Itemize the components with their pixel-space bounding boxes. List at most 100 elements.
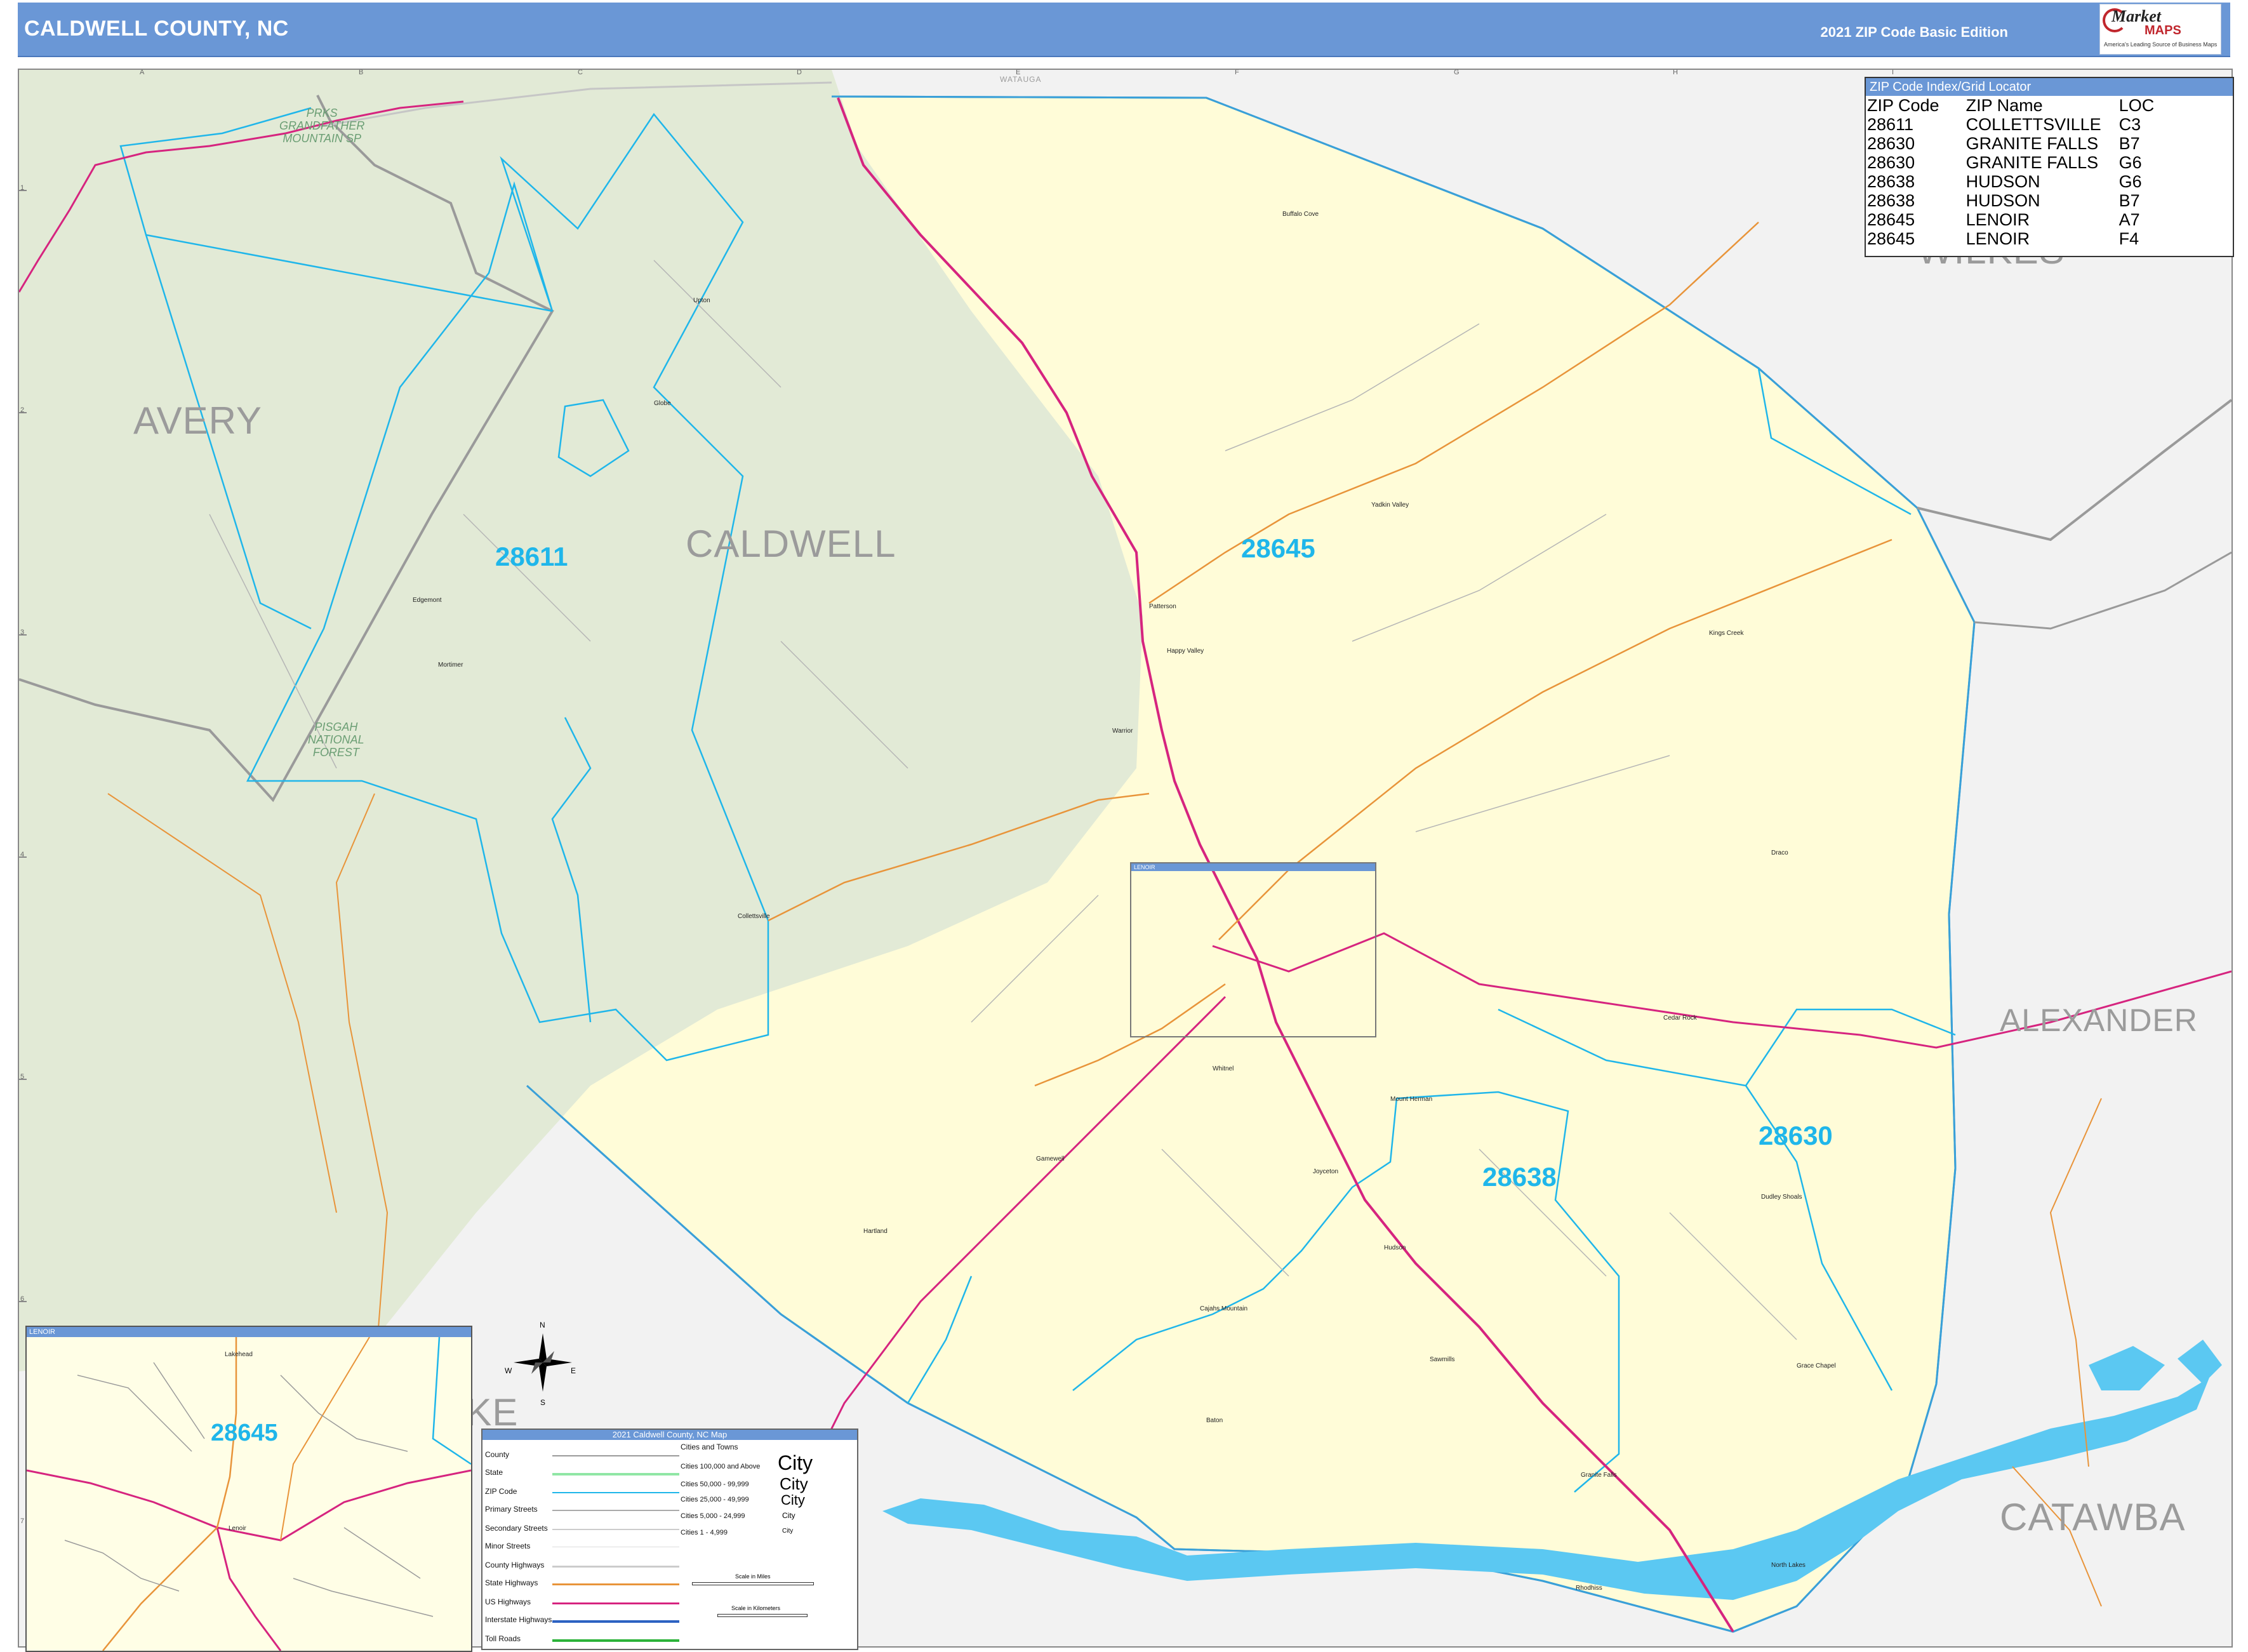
zip-name-cell: LENOIR	[1965, 229, 2030, 248]
zip-name-cell: GRANITE FALLS	[1965, 134, 2099, 153]
compass-w: W	[505, 1366, 512, 1375]
town-label: Globe	[654, 400, 671, 407]
lenoir-inset-locator[interactable]: LENOIR	[1130, 862, 1376, 1037]
zip-cell: 28645	[1867, 229, 1915, 248]
legend-cities-header: Cities and Towns	[681, 1442, 738, 1451]
legend-swatch-us-hwy	[552, 1602, 679, 1604]
town-label: Dudley Shoals	[1761, 1194, 1802, 1201]
zip-name-cell: HUDSON	[1965, 191, 2040, 210]
zip-index-table: ZIP Code ZIP Name LOC 28611 COLLETTSVILLE…	[1867, 96, 2158, 248]
county-label-caldwell: CALDWELL	[686, 523, 896, 565]
scale-bar-km	[717, 1614, 808, 1617]
town-label: Granite Falls	[1581, 1472, 1617, 1479]
legend-swatch-zip	[552, 1492, 679, 1493]
zip-name-cell: HUDSON	[1965, 172, 2040, 191]
town-label: Joyceton	[1313, 1168, 1339, 1175]
legend-item-state-hwy: State Highways	[485, 1578, 538, 1587]
lenoir-inset-drawing	[27, 1336, 471, 1651]
town-label: Rhodhiss	[1576, 1585, 1602, 1592]
town-label: Cajahs Mountain	[1200, 1305, 1248, 1312]
logo-maps: MAPS	[2145, 23, 2181, 37]
scale-miles-label: Scale in Miles	[735, 1573, 771, 1580]
town-label: Hartland	[863, 1228, 888, 1235]
zip-index-header-cell: LOC	[2118, 96, 2155, 115]
legend-item-county: County	[485, 1450, 510, 1459]
zip-label-28638: 28638	[1482, 1162, 1557, 1192]
scale-bar-miles	[692, 1582, 814, 1585]
table-row[interactable]: 28630 GRANITE FALLS G6	[1867, 153, 2158, 172]
town-label: Cedar Rock	[1663, 1015, 1697, 1022]
legend-item-toll: Toll Roads	[485, 1634, 521, 1643]
legend-city-glyph: City	[780, 1474, 808, 1493]
legend-city-glyph: City	[782, 1528, 794, 1535]
grid-row-1: 1	[20, 184, 25, 192]
legend-city-glyph: City	[782, 1511, 795, 1520]
legend-city-class: Cities 50,000 - 99,999	[681, 1481, 749, 1488]
town-label: Kings Creek	[1709, 630, 1744, 637]
park-label-grandfather: PRKS GRANDFATHER MOUNTAIN SP	[279, 107, 365, 145]
legend-item-zip: ZIP Code	[485, 1487, 517, 1496]
zip-index-header-cell: ZIP Name	[1965, 96, 2043, 115]
loc-cell: C3	[2118, 115, 2141, 134]
grid-col-i: I	[1892, 69, 1894, 76]
legend-city-glyph: City	[778, 1451, 813, 1474]
zip-index-header-cell: ZIP Code	[1867, 96, 1939, 115]
town-label: Edgemont	[413, 597, 442, 604]
legend-item-primary: Primary Streets	[485, 1505, 538, 1514]
legend-item-secondary: Secondary Streets	[485, 1524, 548, 1533]
table-row[interactable]: 28611 COLLETTSVILLE C3	[1867, 115, 2158, 134]
legend-swatch-state	[552, 1473, 679, 1475]
legend-city-class: Cities 25,000 - 49,999	[681, 1496, 749, 1503]
legend-item-us-hwy: US Highways	[485, 1597, 531, 1606]
legend-item-interstate: Interstate Highways	[485, 1615, 552, 1624]
town-label: Happy Valley	[1167, 648, 1204, 655]
grid-row-6: 6	[20, 1295, 25, 1303]
inset-title: LENOIR	[27, 1327, 471, 1337]
table-row[interactable]: 28630 GRANITE FALLS B7	[1867, 134, 2158, 153]
table-row[interactable]: 28638 HUDSON B7	[1867, 191, 2158, 210]
grid-row-5: 5	[20, 1073, 25, 1081]
loc-cell: A7	[2118, 210, 2140, 229]
inset-town-label: Lenoir	[229, 1525, 246, 1532]
table-row[interactable]: 28645 LENOIR A7	[1867, 210, 2158, 229]
lenoir-inset-map[interactable]: LENOIR 28645 Lenoir Lakehead	[25, 1326, 472, 1652]
grid-col-c: C	[578, 69, 583, 76]
grid-col-g: G	[1454, 69, 1460, 76]
legend-item-minor: Minor Streets	[485, 1542, 531, 1550]
zip-name-cell: COLLETTSVILLE	[1965, 115, 2101, 134]
town-label: Sawmills	[1430, 1356, 1455, 1363]
scale-km-label: Scale in Kilometers	[731, 1605, 781, 1611]
zip-code-index: ZIP Code Index/Grid Locator ZIP Code ZIP…	[1865, 77, 2234, 257]
zip-label-28630: 28630	[1759, 1121, 1833, 1150]
town-label: Mortimer	[438, 662, 463, 669]
zip-cell: 28611	[1867, 115, 1914, 134]
market-maps-logo[interactable]: Market MAPS America's Leading Source of …	[2099, 4, 2221, 55]
compass-rose-icon: N S E W	[505, 1321, 581, 1409]
legend-title: 2021 Caldwell County, NC Map	[482, 1430, 857, 1440]
zip-label-28611: 28611	[495, 542, 568, 571]
legend-swatch-toll	[552, 1639, 679, 1642]
county-label-alexander: ALEXANDER	[2000, 1003, 2198, 1038]
legend-swatch-secondary	[552, 1529, 679, 1530]
legend-swatch-interstate	[552, 1620, 679, 1623]
county-label-catawba: CATAWBA	[2000, 1496, 2186, 1538]
table-row[interactable]: 28638 HUDSON G6	[1867, 172, 2158, 191]
table-row: ZIP Code ZIP Name LOC	[1867, 96, 2158, 115]
inset-zip-label-28645: 28645	[211, 1420, 278, 1446]
park-label-pisgah: PISGAH NATIONAL FOREST	[308, 721, 364, 759]
legend-item-county-hwy: County Highways	[485, 1561, 545, 1569]
town-label: Warrior	[1112, 728, 1133, 735]
county-label-watauga: WATAUGA	[1000, 75, 1042, 84]
grid-col-d: D	[797, 69, 802, 76]
grid-row-7: 7	[20, 1517, 25, 1525]
map-header: CALDWELL COUNTY, NC 2021 ZIP Code Basic …	[18, 3, 2230, 57]
compass-n: N	[540, 1321, 545, 1329]
zip-cell: 28638	[1867, 172, 1915, 191]
town-label: Yadkin Valley	[1371, 502, 1409, 509]
county-label-avery: AVERY	[133, 399, 262, 442]
zip-cell: 28630	[1867, 153, 1915, 172]
legend-city-glyph: City	[781, 1492, 805, 1508]
inset-locator-title: LENOIR	[1131, 863, 1375, 871]
table-row[interactable]: 28645 LENOIR F4	[1867, 229, 2158, 248]
logo-tagline: America's Leading Source of Business Map…	[2104, 41, 2218, 48]
